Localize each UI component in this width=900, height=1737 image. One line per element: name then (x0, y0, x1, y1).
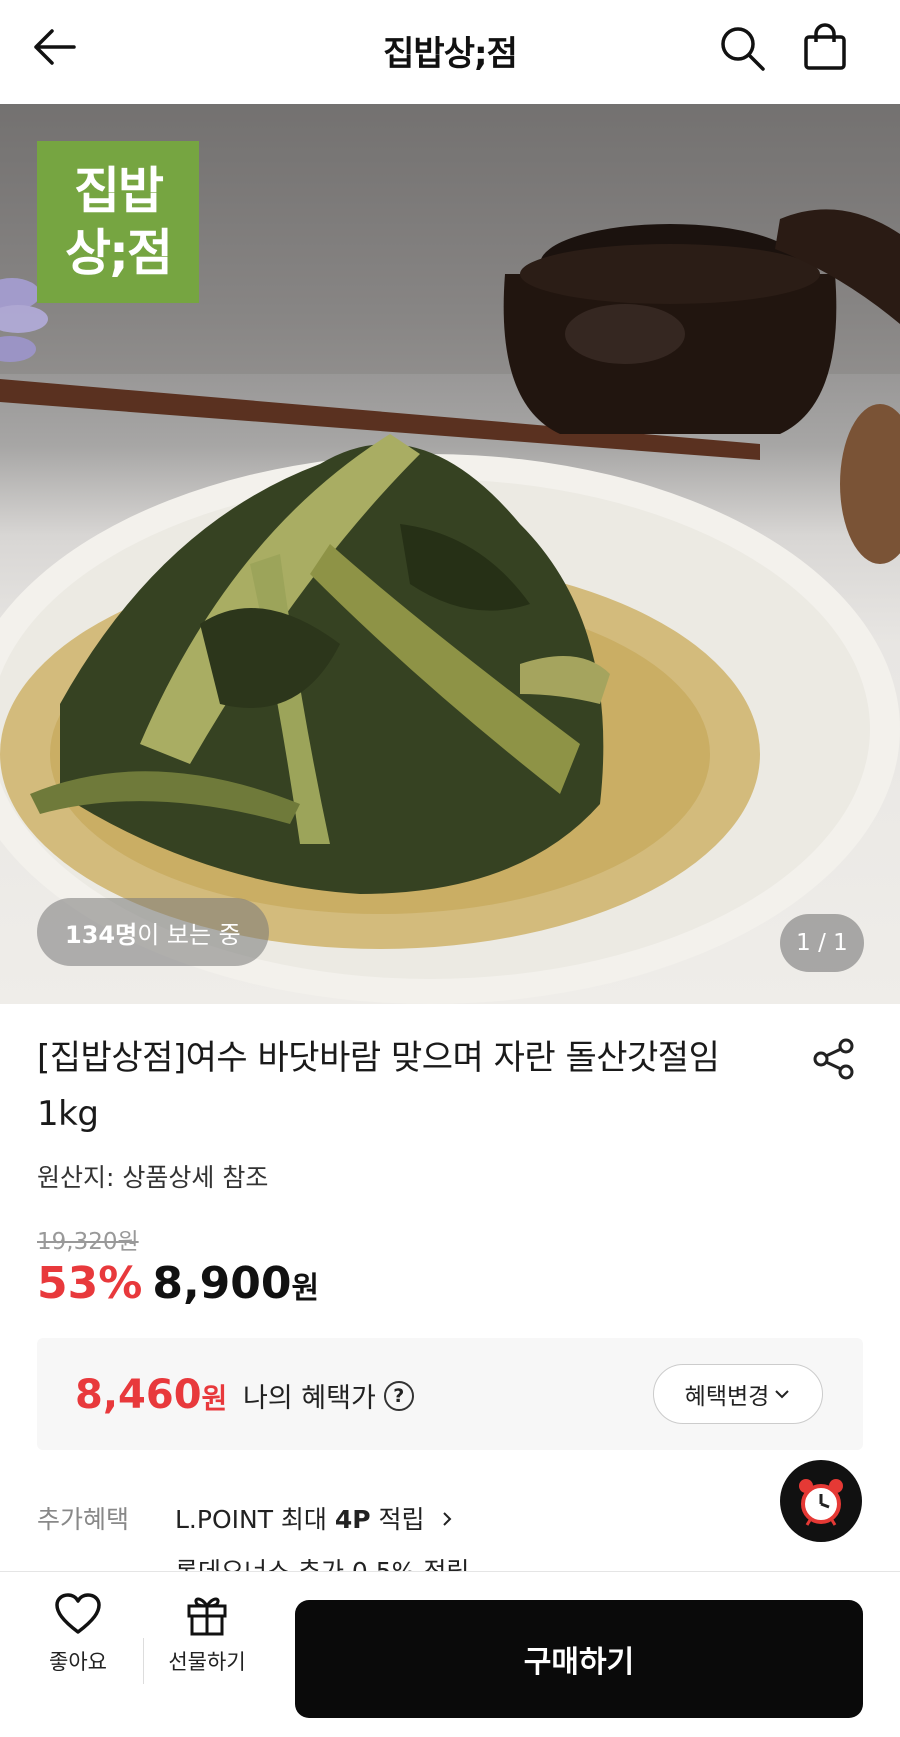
help-icon[interactable]: ? (383, 1380, 414, 1411)
extra-benefits-label: 추가혜택 (37, 1505, 130, 1534)
lpoint-suffix: 적립 (370, 1505, 425, 1534)
heart-icon (55, 1593, 101, 1634)
benefit-label: 나의 혜택가 ? (243, 1376, 414, 1415)
sale-price: 8,900 (152, 1258, 292, 1309)
bottom-action-bar: 좋아요 선물하기 구매하기 (0, 1571, 900, 1737)
alarm-clock-button[interactable] (780, 1460, 862, 1542)
viewer-count: 134명 (65, 920, 138, 949)
alarm-clock-icon (799, 1479, 843, 1526)
logo-line-1: 집밥 (74, 162, 164, 220)
divider (143, 1638, 144, 1684)
like-button[interactable]: 좋아요 (36, 1592, 120, 1702)
change-benefit-button[interactable]: 혜택변경 (653, 1364, 823, 1424)
top-header: 집밥상;점 (0, 0, 900, 104)
chevron-right-icon (442, 1512, 451, 1526)
chevron-down-icon (775, 1390, 790, 1399)
sale-price-unit: 원 (291, 1271, 320, 1306)
lpoint-prefix: L.POINT 최대 (175, 1505, 335, 1534)
gift-icon (187, 1597, 227, 1636)
search-icon[interactable] (718, 24, 766, 72)
discount-rate: 53% (37, 1258, 143, 1309)
benefit-price-unit: 원 (201, 1382, 228, 1415)
image-page-indicator: 1 / 1 (780, 914, 864, 972)
lpoint-amount: 4P (334, 1505, 371, 1534)
viewer-suffix: 이 보는 중 (137, 920, 241, 949)
brand-logo: 집밥 상;점 (37, 141, 199, 303)
benefit-label-text: 나의 혜택가 (243, 1383, 376, 1414)
like-label: 좋아요 (49, 1650, 107, 1674)
gift-button[interactable]: 선물하기 (160, 1592, 254, 1702)
gift-label: 선물하기 (168, 1650, 246, 1674)
benefit-price-value: 8,460 (75, 1372, 202, 1418)
lpoint-benefit-link[interactable]: L.POINT 최대 4P 적립 (175, 1500, 455, 1536)
price-row: 53% 8,900 원 (37, 1258, 319, 1309)
original-price: 19,320원 (37, 1229, 139, 1255)
share-icon[interactable] (812, 1037, 856, 1081)
origin-info: 원산지: 상품상세 참조 (37, 1163, 269, 1192)
benefit-price-box: 8,460원 나의 혜택가 ? 혜택변경 (37, 1338, 863, 1450)
buy-button[interactable]: 구매하기 (295, 1600, 863, 1718)
change-benefit-label: 혜택변경 (684, 1384, 770, 1410)
shopping-bag-icon[interactable] (800, 22, 850, 72)
benefit-price: 8,460원 (75, 1372, 227, 1418)
product-name: [집밥상점]여수 바닷바람 맞으며 자란 돌산갓절임 1kg (37, 1038, 720, 1134)
product-image[interactable]: 집밥 상;점 134명 이 보는 중 1 / 1 (0, 104, 900, 1004)
viewer-count-badge: 134명 이 보는 중 (37, 898, 269, 966)
logo-line-2: 상;점 (65, 224, 173, 282)
